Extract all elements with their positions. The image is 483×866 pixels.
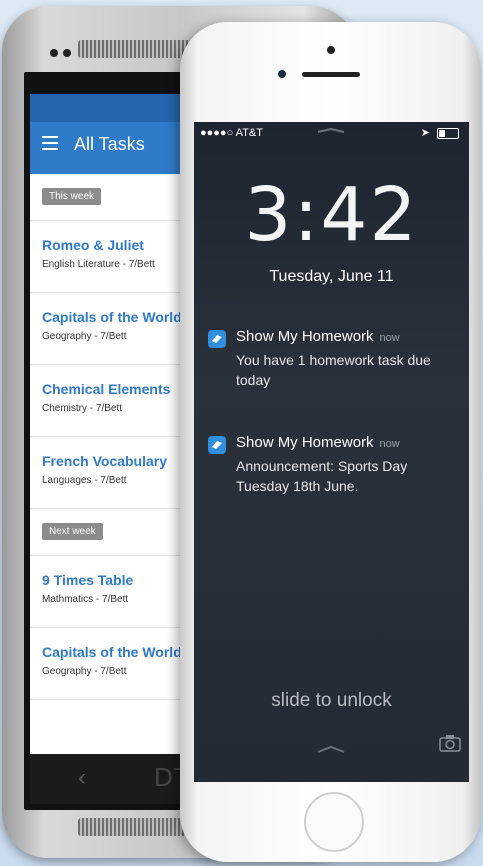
task-item[interactable]: Capitals of the World Geography - 7/Bett	[30, 293, 200, 365]
notification-body: You have 1 homework task due today	[236, 352, 431, 388]
task-subtitle: Geography - 7/Bett	[42, 331, 127, 342]
camera-icon[interactable]	[439, 734, 461, 752]
camera-dot	[327, 46, 335, 54]
android-sensors	[50, 44, 76, 62]
home-button[interactable]	[304, 792, 364, 852]
notification-app-label: Show My Homework	[236, 434, 374, 451]
status-strip	[30, 94, 200, 122]
task-item[interactable]: French Vocabulary Languages - 7/Bett	[30, 437, 200, 509]
carrier-label: ●●●●○ AT&T	[200, 127, 263, 139]
task-item[interactable]: Romeo & Juliet English Literature - 7/Be…	[30, 221, 200, 293]
menu-icon[interactable]	[42, 136, 58, 150]
app-bar: All Tasks	[30, 94, 200, 174]
task-title: Chemical Elements	[42, 381, 171, 397]
notification-app-label: Show My Homework	[236, 328, 374, 345]
back-icon[interactable]: ‹	[78, 764, 86, 792]
slide-to-unlock[interactable]: slide to unlock	[194, 690, 469, 712]
notification-body: Announcement: Sports Day Tuesday 18th Ju…	[236, 458, 408, 494]
section-header: This week	[30, 174, 200, 221]
app-title: All Tasks	[74, 134, 145, 154]
task-title: Capitals of the World	[42, 309, 182, 325]
notification-app-name: Show My Homework now	[236, 328, 400, 345]
notification-time: now	[379, 332, 400, 344]
earpiece-speaker	[302, 72, 360, 77]
task-subtitle: English Literature - 7/Bett	[42, 259, 155, 270]
section-header: Next week	[30, 509, 200, 556]
section-label: This week	[42, 188, 102, 205]
location-icon: ➤	[420, 127, 430, 139]
task-list: This week Romeo & Juliet English Literat…	[30, 174, 200, 700]
task-subtitle: Mathmatics - 7/Bett	[42, 594, 129, 605]
iphone: ●●●●○ AT&T ➤ 3:42 Tuesday, June 11 Show …	[180, 22, 481, 862]
control-center-grabber-icon[interactable]	[316, 744, 346, 754]
front-camera	[278, 70, 286, 78]
app-icon	[208, 330, 226, 348]
task-subtitle: Chemistry - 7/Bett	[42, 403, 123, 414]
task-subtitle: Geography - 7/Bett	[42, 666, 127, 677]
task-title: 9 Times Table	[42, 572, 134, 588]
lock-clock: 3:42	[244, 172, 419, 258]
notification-time: now	[379, 438, 400, 450]
lock-date: Tuesday, June 11	[269, 268, 394, 285]
android-screen: All Tasks This week Romeo & Juliet Engli…	[30, 94, 200, 754]
section-label: Next week	[42, 523, 103, 540]
task-item[interactable]: 9 Times Table Mathmatics - 7/Bett	[30, 556, 200, 628]
lock-screen: ●●●●○ AT&T ➤ 3:42 Tuesday, June 11 Show …	[194, 122, 469, 782]
task-subtitle: Languages - 7/Bett	[42, 475, 127, 486]
notification-grabber-icon[interactable]	[316, 128, 346, 134]
task-item[interactable]: Chemical Elements Chemistry - 7/Bett	[30, 365, 200, 437]
status-bar: ●●●●○ AT&T ➤	[194, 122, 469, 144]
task-title: Capitals of the World	[42, 644, 182, 660]
battery-icon	[437, 127, 459, 139]
notification-app-name: Show My Homework now	[236, 434, 400, 451]
task-title: French Vocabulary	[42, 453, 168, 469]
status-icons: ➤	[421, 126, 459, 139]
task-title: Romeo & Juliet	[42, 237, 144, 253]
app-icon	[208, 436, 226, 454]
task-item[interactable]: Capitals of the World Geography - 7/Bett	[30, 628, 200, 700]
